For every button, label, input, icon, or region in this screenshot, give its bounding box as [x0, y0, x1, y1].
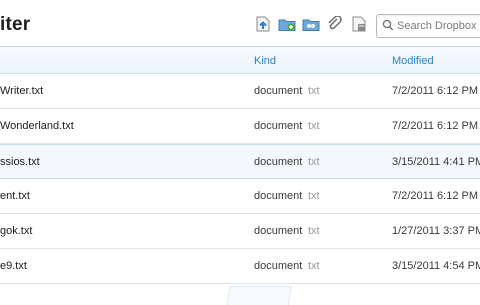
upload-icon[interactable]: [254, 16, 272, 32]
search-box[interactable]: [376, 14, 480, 38]
file-modified: 3/15/2011 4:41 PM: [392, 156, 480, 168]
page-title: iter: [0, 14, 31, 35]
file-name[interactable]: Wonderland.txt: [0, 120, 74, 132]
file-row[interactable]: Writer.txt document txt 7/2/2011 6:12 PM: [0, 74, 480, 109]
file-row-selected[interactable]: ssios.txt document txt 3/15/2011 4:41 PM: [0, 144, 480, 179]
file-extension: txt: [308, 190, 320, 202]
file-extension: txt: [308, 156, 320, 168]
file-name[interactable]: ent.txt: [0, 190, 30, 202]
file-extension: txt: [308, 260, 320, 272]
file-modified: 3/15/2011 4:54 PM: [392, 260, 480, 272]
file-kind: document: [254, 156, 303, 168]
file-modified: 7/2/2011 6:12 PM: [392, 85, 479, 97]
file-modified: 1/27/2011 3:37 PM: [392, 225, 480, 237]
file-kind: document: [254, 260, 303, 272]
column-kind[interactable]: Kind: [254, 55, 276, 67]
file-row[interactable]: gok.txt document txt 1/27/2011 3:37 PM: [0, 214, 480, 249]
attachment-link-icon[interactable]: [326, 16, 344, 32]
share-folder-icon[interactable]: [302, 16, 320, 32]
file-extension: txt: [308, 225, 320, 237]
new-folder-icon[interactable]: [278, 16, 296, 32]
file-extension: txt: [308, 85, 320, 97]
search-icon: [382, 19, 394, 37]
file-name[interactable]: e9.txt: [0, 260, 27, 272]
column-header: Kind Modified: [0, 46, 480, 74]
file-row[interactable]: ent.txt document txt 7/2/2011 6:12 PM: [0, 179, 480, 214]
file-row[interactable]: e9.txt document txt 3/15/2011 4:54 PM: [0, 249, 480, 284]
file-kind: document: [254, 225, 303, 237]
deleted-files-icon[interactable]: [350, 16, 368, 32]
file-kind: document: [254, 120, 303, 132]
file-name[interactable]: Writer.txt: [0, 85, 43, 97]
file-name[interactable]: gok.txt: [0, 225, 32, 237]
file-kind: document: [254, 85, 303, 97]
file-kind: document: [254, 190, 303, 202]
file-name[interactable]: ssios.txt: [0, 156, 40, 168]
column-modified[interactable]: Modified: [392, 55, 434, 67]
toolbar: iter: [0, 0, 480, 46]
file-modified: 7/2/2011 6:12 PM: [392, 190, 479, 202]
search-input[interactable]: [397, 17, 480, 35]
file-modified: 7/2/2011 6:12 PM: [392, 120, 479, 132]
file-extension: txt: [308, 120, 320, 132]
dropbox-file-browser: iter Search Dropbox Kind Modified Writer…: [0, 0, 480, 305]
file-row[interactable]: Wonderland.txt document txt 7/2/2011 6:1…: [0, 109, 480, 144]
drop-target-placeholder: [226, 286, 292, 305]
